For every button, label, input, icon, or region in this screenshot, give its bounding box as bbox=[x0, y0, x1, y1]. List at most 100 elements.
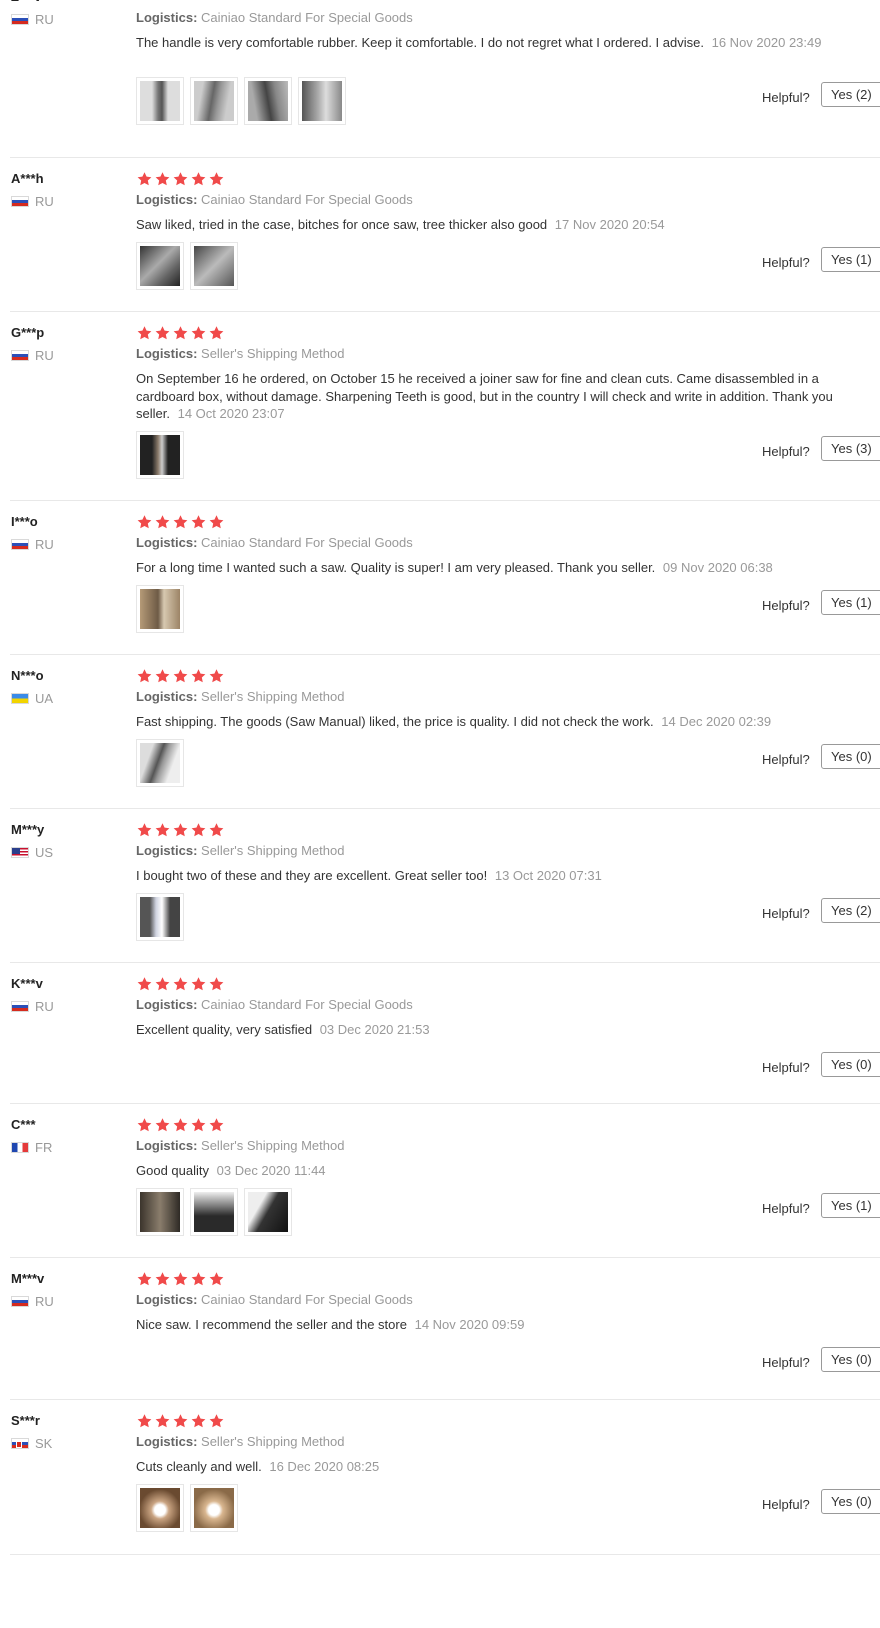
review-photo[interactable] bbox=[136, 1188, 184, 1236]
country-code: RU bbox=[35, 1294, 54, 1309]
country-code: RU bbox=[35, 537, 54, 552]
feedback-list: Z***v RU Logistics: Cainiao Standard For… bbox=[0, 0, 880, 1628]
review-divider bbox=[10, 500, 880, 501]
reviewer-name: N***o bbox=[11, 668, 44, 683]
review-item: M***v RU Logistics: Cainiao Standard For… bbox=[0, 1260, 880, 1400]
helpful-yes-button[interactable]: Yes (2) bbox=[821, 898, 880, 923]
review-photo[interactable] bbox=[136, 585, 184, 633]
logistics-method: Seller's Shipping Method bbox=[201, 689, 345, 704]
reviewer-country: SK bbox=[11, 1436, 52, 1451]
helpful-yes-button[interactable]: Yes (1) bbox=[821, 1193, 880, 1218]
logistics-method: Cainiao Standard For Special Goods bbox=[201, 192, 413, 207]
country-code: US bbox=[35, 845, 54, 860]
reviewer-name: K***v bbox=[11, 976, 43, 991]
review-body: For a long time I wanted such a saw. Qua… bbox=[136, 560, 656, 575]
helpful-yes-button[interactable]: Yes (0) bbox=[821, 1052, 880, 1077]
star-icon bbox=[154, 668, 171, 684]
flag-icon bbox=[11, 1001, 29, 1012]
reviewer-name: G***p bbox=[11, 325, 45, 340]
helpful-yes-button[interactable]: Yes (1) bbox=[821, 247, 880, 272]
star-icon bbox=[172, 668, 189, 684]
logistics-info: Logistics: Seller's Shipping Method bbox=[136, 1138, 344, 1153]
review-photo[interactable] bbox=[298, 77, 346, 125]
review-divider bbox=[10, 962, 880, 963]
review-date: 14 Nov 2020 09:59 bbox=[414, 1317, 525, 1332]
review-photos bbox=[136, 739, 190, 787]
reviewer-country: RU bbox=[11, 537, 54, 552]
logistics-label: Logistics: bbox=[136, 346, 198, 361]
review-text: On September 16 he ordered, on October 1… bbox=[136, 370, 850, 423]
star-icon bbox=[172, 514, 189, 530]
flag-icon bbox=[11, 1142, 29, 1153]
star-icon bbox=[172, 325, 189, 341]
helpful-yes-button[interactable]: Yes (0) bbox=[821, 1489, 880, 1514]
reviewer-country: RU bbox=[11, 194, 54, 209]
logistics-label: Logistics: bbox=[136, 1434, 198, 1449]
star-rating bbox=[136, 0, 226, 1]
logistics-info: Logistics: Cainiao Standard For Special … bbox=[136, 192, 413, 207]
helpful-yes-button[interactable]: Yes (3) bbox=[821, 436, 880, 461]
logistics-label: Logistics: bbox=[136, 535, 198, 550]
helpful-label: Helpful? bbox=[762, 1201, 810, 1216]
logistics-info: Logistics: Cainiao Standard For Special … bbox=[136, 997, 413, 1012]
star-icon bbox=[136, 822, 153, 838]
star-icon bbox=[172, 1117, 189, 1133]
review-photo[interactable] bbox=[190, 242, 238, 290]
star-icon bbox=[190, 1413, 207, 1429]
review-photos bbox=[136, 1188, 298, 1236]
helpful-label: Helpful? bbox=[762, 1497, 810, 1512]
star-icon bbox=[154, 822, 171, 838]
review-photo[interactable] bbox=[136, 893, 184, 941]
review-photo[interactable] bbox=[136, 242, 184, 290]
logistics-method: Cainiao Standard For Special Goods bbox=[201, 997, 413, 1012]
review-date: 09 Nov 2020 06:38 bbox=[662, 560, 773, 575]
country-code: RU bbox=[35, 999, 54, 1014]
helpful-yes-button[interactable]: Yes (2) bbox=[821, 82, 880, 107]
logistics-info: Logistics: Seller's Shipping Method bbox=[136, 1434, 344, 1449]
star-icon bbox=[154, 1271, 171, 1287]
star-icon bbox=[172, 171, 189, 187]
review-photo[interactable] bbox=[244, 1188, 292, 1236]
star-icon bbox=[172, 976, 189, 992]
star-icon bbox=[208, 514, 225, 530]
review-text: Saw liked, tried in the case, bitches fo… bbox=[136, 216, 850, 234]
helpful-label: Helpful? bbox=[762, 1060, 810, 1075]
reviewer-name: S***r bbox=[11, 1413, 40, 1428]
helpful-yes-button[interactable]: Yes (1) bbox=[821, 590, 880, 615]
review-divider bbox=[10, 654, 880, 655]
helpful-label: Helpful? bbox=[762, 1355, 810, 1370]
review-text: Good quality 03 Dec 2020 11:44 bbox=[136, 1162, 850, 1180]
flag-icon bbox=[11, 1296, 29, 1307]
reviewer-name: A***h bbox=[11, 171, 44, 186]
review-photo[interactable] bbox=[190, 1484, 238, 1532]
star-icon bbox=[172, 1271, 189, 1287]
star-icon bbox=[172, 822, 189, 838]
logistics-info: Logistics: Cainiao Standard For Special … bbox=[136, 10, 413, 25]
reviewer-country: US bbox=[11, 845, 53, 860]
review-photos bbox=[136, 893, 190, 941]
star-icon bbox=[154, 325, 171, 341]
review-date: 14 Dec 2020 02:39 bbox=[661, 714, 772, 729]
helpful-yes-button[interactable]: Yes (0) bbox=[821, 1347, 880, 1372]
review-photo[interactable] bbox=[136, 1484, 184, 1532]
review-photo[interactable] bbox=[136, 77, 184, 125]
logistics-label: Logistics: bbox=[136, 10, 198, 25]
review-photo[interactable] bbox=[190, 1188, 238, 1236]
review-body: Nice saw. I recommend the seller and the… bbox=[136, 1317, 407, 1332]
review-item: C*** FR Logistics: Seller's Shipping Met… bbox=[0, 1106, 880, 1246]
flag-icon bbox=[11, 539, 29, 550]
review-photo[interactable] bbox=[136, 431, 184, 479]
logistics-info: Logistics: Seller's Shipping Method bbox=[136, 689, 344, 704]
reviewer-country: RU bbox=[11, 1294, 54, 1309]
helpful-yes-button[interactable]: Yes (0) bbox=[821, 744, 880, 769]
reviewer-country: FR bbox=[11, 1140, 52, 1155]
star-rating bbox=[136, 1413, 226, 1429]
review-date: 13 Oct 2020 07:31 bbox=[494, 868, 602, 883]
star-icon bbox=[190, 171, 207, 187]
review-photo[interactable] bbox=[136, 739, 184, 787]
review-item: I***o RU Logistics: Cainiao Standard For… bbox=[0, 503, 880, 643]
review-text: Fast shipping. The goods (Saw Manual) li… bbox=[136, 713, 850, 731]
review-photo[interactable] bbox=[190, 77, 238, 125]
review-date: 16 Dec 2020 08:25 bbox=[269, 1459, 380, 1474]
review-photo[interactable] bbox=[244, 77, 292, 125]
